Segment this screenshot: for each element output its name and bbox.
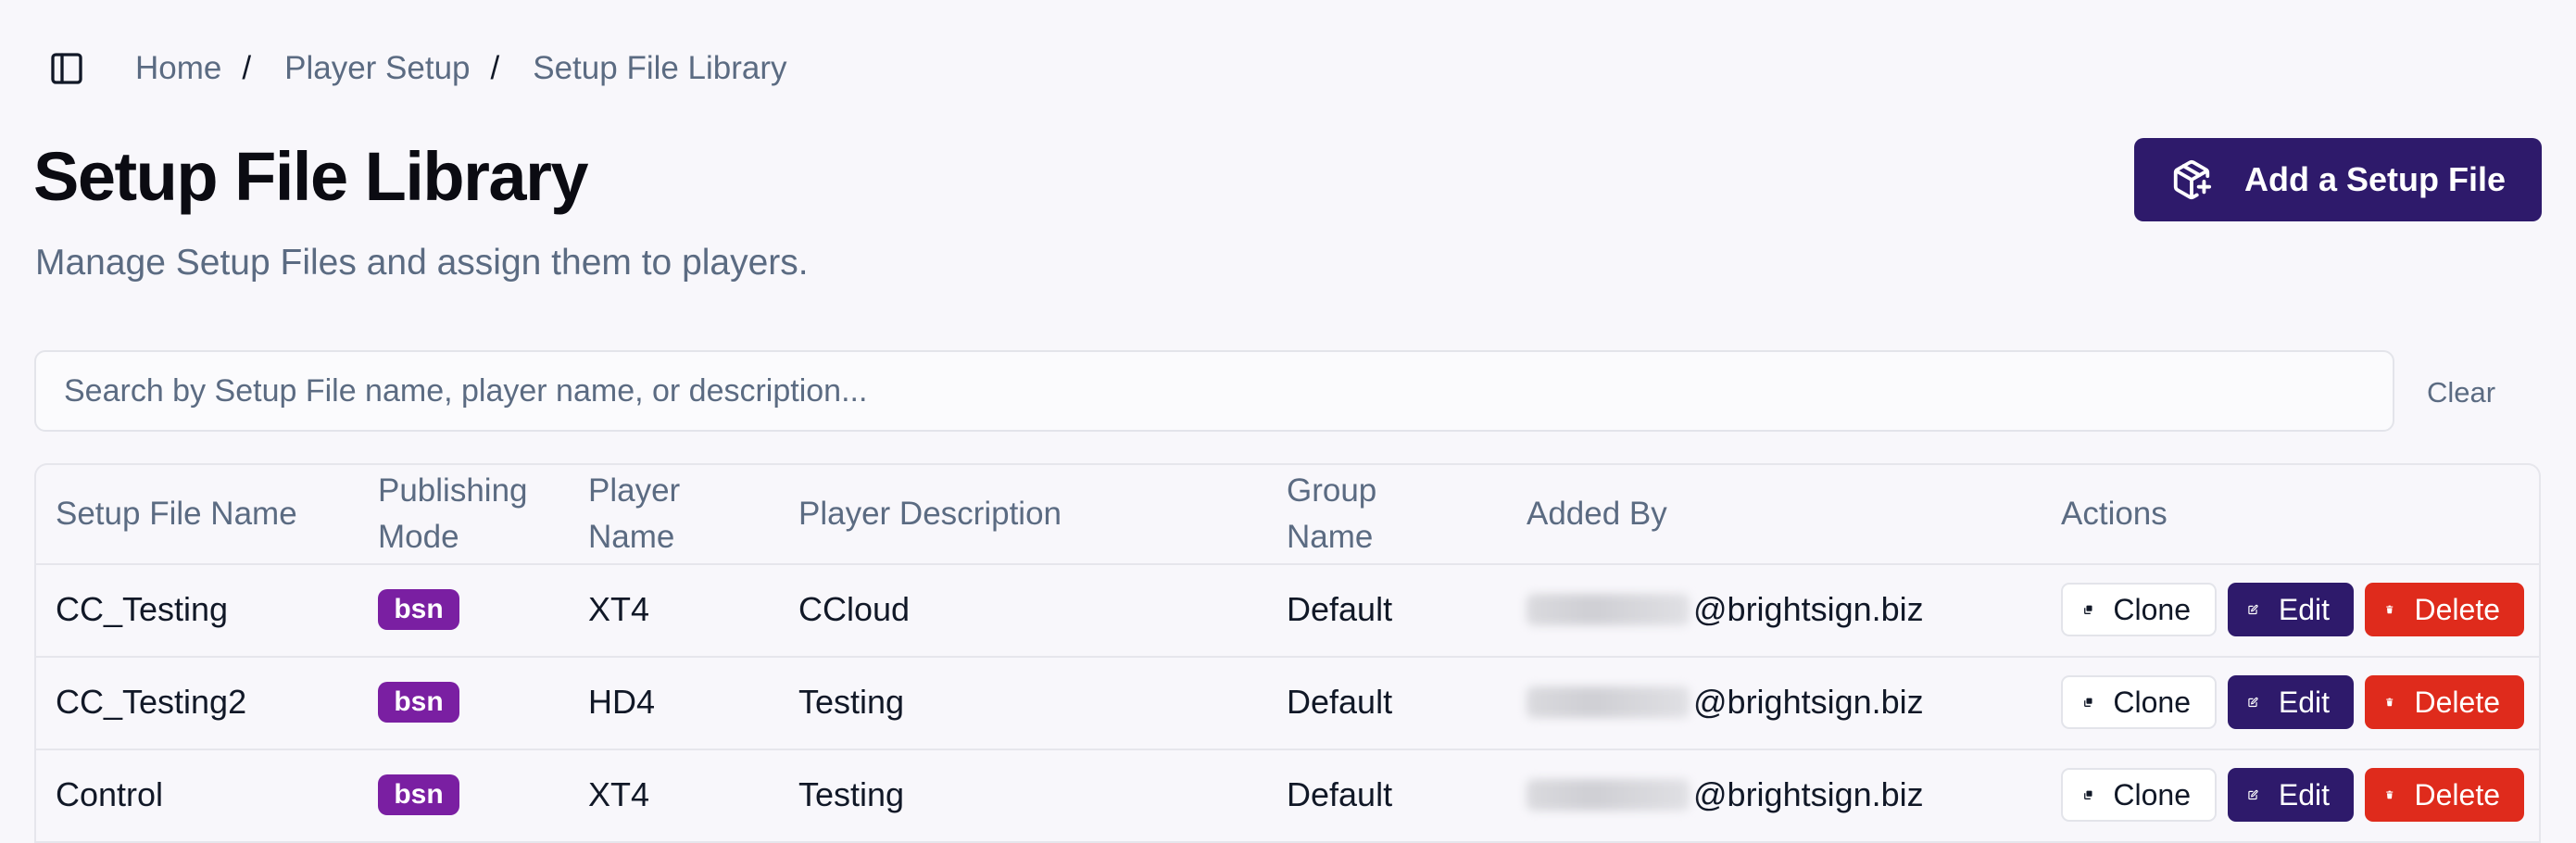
player-description-cell: Testing <box>798 775 905 813</box>
sidebar-toggle-button[interactable] <box>46 48 87 89</box>
edit-icon <box>2248 604 2258 615</box>
copy-icon <box>2084 698 2092 707</box>
trash-icon <box>2386 698 2394 707</box>
clear-search-button[interactable]: Clear <box>2421 367 2501 419</box>
add-setup-file-label: Add a Setup File <box>2243 160 2507 198</box>
edit-icon <box>2248 697 2258 708</box>
row-actions: Clone Edit Delete <box>2061 656 2524 749</box>
setup-file-name-cell: CC_Testing <box>56 590 229 628</box>
publishing-mode-badge: bsn <box>378 774 459 815</box>
breadcrumb-home-link[interactable]: Home <box>135 50 221 87</box>
group-name-cell: Default <box>1287 683 1393 721</box>
column-header-setup-file-name[interactable]: Setup File Name <box>56 465 297 563</box>
player-name-cell: XT4 <box>588 590 650 628</box>
table-row: CC_Testing2 bsn HD4 Testing Default @bri… <box>36 656 2539 750</box>
setup-files-table: Setup File Name Publishing Mode Player Nam… <box>34 463 2541 843</box>
publishing-mode-cell: bsn <box>378 749 459 841</box>
player-name-cell: XT4 <box>588 775 650 813</box>
search-box <box>34 350 2394 432</box>
column-header-publishing-mode[interactable]: Publishing Mode <box>378 465 528 563</box>
search-input[interactable] <box>36 352 2393 430</box>
sidebar-toggle-icon <box>51 53 82 84</box>
group-name-cell: Default <box>1287 775 1393 813</box>
page-subtitle: Manage Setup Files and assign them to pl… <box>35 243 809 283</box>
redacted-username <box>1527 686 1690 718</box>
added-by-cell: @brightsign.biz <box>1527 656 1924 749</box>
added-by-domain: @brightsign.biz <box>1693 775 1924 813</box>
delete-button[interactable]: Delete <box>2365 675 2524 729</box>
top-bar: Home / Player Setup / Setup File Library <box>46 43 787 94</box>
breadcrumb-separator: / <box>242 50 252 86</box>
player-description-cell: CCloud <box>798 590 911 628</box>
trash-icon <box>2386 605 2394 614</box>
publishing-mode-badge: bsn <box>378 682 459 723</box>
publishing-mode-cell: bsn <box>378 656 459 749</box>
publishing-mode-badge: bsn <box>378 589 459 630</box>
player-name-cell: HD4 <box>588 683 656 721</box>
table-row: Control bsn XT4 Testing Default @brights… <box>36 749 2539 843</box>
column-header-player-name[interactable]: Player Name <box>588 465 680 563</box>
copy-icon <box>2084 790 2092 799</box>
copy-icon <box>2084 605 2092 614</box>
row-actions: Clone Edit Delete <box>2061 563 2524 656</box>
redacted-username <box>1527 779 1690 811</box>
breadcrumb-player-setup-link[interactable]: Player Setup <box>284 50 470 87</box>
page-title: Setup File Library <box>33 138 589 215</box>
table-row: CC_Testing bsn XT4 CCloud Default @brigh… <box>36 563 2539 658</box>
publishing-mode-cell: bsn <box>378 563 459 656</box>
package-plus-icon <box>2173 159 2212 200</box>
column-header-group-name[interactable]: Group Name <box>1287 465 1376 563</box>
added-by-domain: @brightsign.biz <box>1693 590 1924 628</box>
setup-file-library-page: Home / Player Setup / Setup File Library… <box>0 0 2576 843</box>
edit-button[interactable]: Edit <box>2228 675 2354 729</box>
add-setup-file-button[interactable]: Add a Setup File <box>2134 138 2542 221</box>
breadcrumb: Home / Player Setup / Setup File Library <box>135 50 787 87</box>
column-header-added-by[interactable]: Added By <box>1527 465 1667 563</box>
column-header-player-description[interactable]: Player Description <box>798 465 1062 563</box>
added-by-domain: @brightsign.biz <box>1693 683 1924 721</box>
redacted-username <box>1527 594 1690 625</box>
edit-icon <box>2248 789 2258 800</box>
added-by-cell: @brightsign.biz <box>1527 563 1924 656</box>
edit-button[interactable]: Edit <box>2228 768 2354 822</box>
group-name-cell: Default <box>1287 590 1393 628</box>
table-header-row: Setup File Name Publishing Mode Player Nam… <box>36 465 2539 565</box>
breadcrumb-separator: / <box>490 50 500 86</box>
row-actions: Clone Edit Delete <box>2061 749 2524 841</box>
player-description-cell: Testing <box>798 683 905 721</box>
clone-button[interactable]: Clone <box>2061 583 2217 636</box>
clone-button[interactable]: Clone <box>2061 675 2217 729</box>
trash-icon <box>2386 790 2394 799</box>
breadcrumb-current: Setup File Library <box>533 50 787 86</box>
clone-button[interactable]: Clone <box>2061 768 2217 822</box>
edit-button[interactable]: Edit <box>2228 583 2354 636</box>
setup-file-name-cell: CC_Testing2 <box>56 683 247 721</box>
setup-file-name-cell: Control <box>56 775 164 813</box>
delete-button[interactable]: Delete <box>2365 768 2524 822</box>
delete-button[interactable]: Delete <box>2365 583 2524 636</box>
added-by-cell: @brightsign.biz <box>1527 749 1924 841</box>
column-header-actions: Actions <box>2061 496 2168 532</box>
